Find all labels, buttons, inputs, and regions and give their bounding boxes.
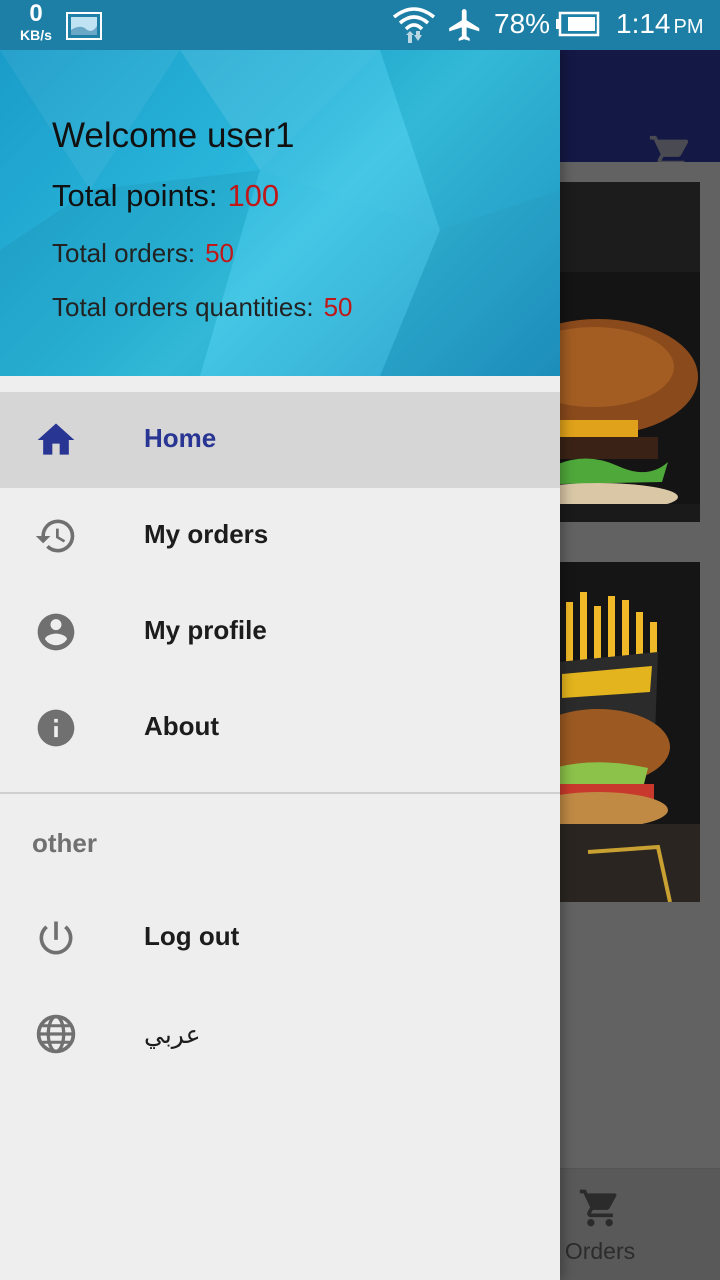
product-card-burger[interactable] (558, 182, 700, 522)
drawer-item-label: Log out (144, 921, 240, 951)
product-card-combo[interactable] (558, 562, 700, 902)
net-speed-unit: KB/s (20, 27, 52, 43)
total-quantities-label: Total orders quantities: (52, 292, 314, 322)
drawer-header: Welcome user1 Total points: 100 Total ord… (0, 50, 560, 376)
total-points-value: 100 (227, 178, 280, 213)
nav-tab-orders-label: Orders (564, 1238, 636, 1264)
total-points-label: Total points: (52, 178, 218, 213)
total-orders: Total orders: 50 (52, 238, 234, 269)
net-speed-value: 0 (29, 0, 43, 27)
cart-icon (579, 1189, 617, 1227)
total-orders-label: Total orders: (52, 238, 196, 268)
account-circle-icon (37, 613, 75, 651)
drawer-item-label: عربي (144, 1020, 201, 1049)
total-quantities: Total orders quantities: 50 (52, 292, 353, 323)
drawer-item-about[interactable]: About (0, 680, 560, 776)
drawer-item-arabic[interactable]: عربي (0, 986, 560, 1082)
drawer-item-my-orders[interactable]: My orders (0, 488, 560, 584)
power-icon (39, 921, 73, 955)
wifi-icon (392, 7, 436, 43)
drawer-item-label: My profile (144, 615, 267, 645)
info-icon (37, 709, 75, 747)
clock: 1:14 PM (616, 8, 704, 40)
drawer-divider (0, 792, 560, 794)
total-points: Total points: 100 (52, 178, 279, 214)
net-speed: 0 KB/s (14, 0, 58, 43)
battery-percent: 78% (494, 8, 551, 39)
clock-ampm: PM (673, 16, 704, 38)
home-icon (37, 423, 75, 455)
drawer-item-home[interactable]: Home (0, 392, 560, 488)
drawer-item-my-profile[interactable]: My profile (0, 584, 560, 680)
total-quantities-value: 50 (323, 292, 353, 322)
image-notification-icon (66, 12, 102, 40)
airplane-icon (449, 9, 480, 41)
nav-tab-orders[interactable]: Orders (560, 1168, 640, 1280)
battery-icon (556, 11, 600, 37)
clock-time: 1:14 (616, 8, 671, 39)
status-bar: 0 KB/s 78% 1:14 PM (0, 0, 720, 50)
total-orders-value: 50 (205, 238, 234, 268)
burger-image (558, 182, 700, 522)
section-title-other: other (32, 828, 97, 858)
navigation-drawer: Welcome user1 Total points: 100 Total ord… (0, 50, 560, 1280)
drawer-item-label: My orders (144, 519, 269, 549)
drawer-item-label: Home (144, 423, 217, 453)
globe-icon (36, 1014, 76, 1054)
drawer-item-label: About (144, 711, 220, 741)
combo-image (558, 562, 700, 902)
drawer-item-log-out[interactable]: Log out (0, 890, 560, 986)
welcome-text: Welcome user1 (52, 116, 295, 155)
history-icon (35, 519, 75, 553)
